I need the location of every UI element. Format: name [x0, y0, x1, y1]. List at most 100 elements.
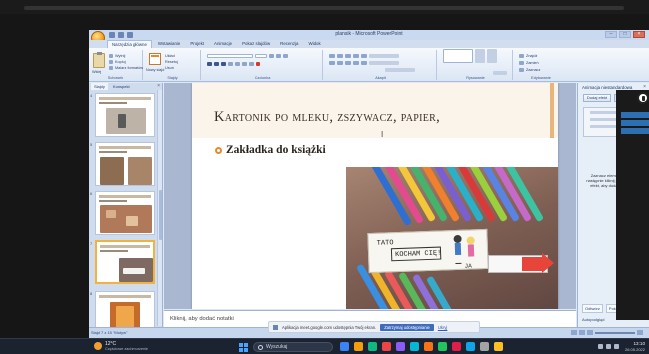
text-direction-button[interactable] — [369, 53, 399, 58]
taskbar-app-icon[interactable] — [382, 342, 391, 351]
arrange-button[interactable] — [475, 48, 485, 63]
shrink-font-icon[interactable] — [276, 53, 281, 58]
slide-thumbnail[interactable] — [95, 191, 155, 235]
tab-design[interactable]: Projekt — [186, 40, 208, 48]
taskbar-app-icon[interactable] — [340, 342, 349, 351]
slide[interactable]: Kartonik po mleku, zszywacz, papier, Zak… — [192, 83, 558, 309]
tab-slideshow[interactable]: Pokaz slajdów — [238, 40, 274, 48]
taskbar-app-icon[interactable] — [396, 342, 405, 351]
meet-participant-icon[interactable] — [637, 92, 649, 104]
slide-photo[interactable]: TATO KOCHAM CIĘ! JA — [346, 167, 558, 309]
taskbar-app-icon[interactable] — [438, 342, 447, 351]
tab-outline[interactable]: Konspekt — [110, 83, 133, 90]
align-center-icon[interactable] — [337, 60, 343, 65]
grow-font-icon[interactable] — [269, 53, 274, 58]
font-color-icon[interactable] — [256, 61, 260, 66]
cut-button[interactable]: Wytnij — [115, 54, 125, 58]
change-case-icon[interactable] — [249, 61, 254, 66]
paste-label[interactable]: Wklej — [92, 70, 101, 74]
taskbar-app-icon[interactable] — [424, 342, 433, 351]
slide-thumbnail[interactable] — [95, 93, 155, 137]
new-slide-icon[interactable] — [149, 53, 161, 65]
taskbar-app-icon[interactable] — [410, 342, 419, 351]
increase-indent-icon[interactable] — [353, 53, 359, 58]
meet-side-buttons[interactable] — [621, 112, 649, 142]
find-icon[interactable] — [519, 53, 524, 58]
select-button[interactable]: Zaznacz — [526, 68, 540, 72]
clear-format-icon[interactable] — [283, 53, 288, 58]
taskbar-app-icon[interactable] — [452, 342, 461, 351]
tab-slides[interactable]: Slajdy — [91, 83, 108, 90]
strikethrough-icon[interactable] — [228, 61, 233, 66]
bullets-icon[interactable] — [329, 53, 335, 58]
quick-styles-button[interactable] — [487, 48, 497, 63]
hide-banner-link[interactable]: Ukryj — [438, 325, 448, 330]
shadow-icon[interactable] — [235, 61, 240, 66]
wifi-icon[interactable] — [606, 344, 611, 349]
fit-to-window-icon[interactable] — [637, 330, 643, 335]
new-slide-label[interactable]: Nowy slajd — [146, 68, 164, 72]
convert-smartart-button[interactable] — [385, 67, 415, 72]
add-effect-button[interactable]: Dodaj efekt — [583, 94, 611, 102]
slide-bullet[interactable]: Zakładka do książki — [215, 144, 326, 156]
bold-icon[interactable] — [207, 61, 212, 66]
justify-icon[interactable] — [353, 60, 359, 65]
tab-view[interactable]: Widok — [304, 40, 324, 48]
zoom-slider[interactable] — [595, 331, 635, 334]
slide-title[interactable]: Kartonik po mleku, zszywacz, papier, — [214, 109, 440, 126]
shapes-gallery[interactable] — [443, 48, 473, 63]
font-size-select[interactable] — [255, 53, 267, 58]
taskbar-app-icon[interactable] — [466, 342, 475, 351]
delete-slide-button[interactable]: Usuń — [165, 66, 174, 70]
slides-scrollbar[interactable] — [157, 90, 162, 326]
find-button[interactable]: Znajdź — [526, 54, 537, 58]
tab-animations[interactable]: Animacje — [210, 40, 236, 48]
slideshow-view-icon[interactable] — [587, 330, 593, 335]
taskbar-app-icon[interactable] — [480, 342, 489, 351]
align-left-icon[interactable] — [329, 60, 335, 65]
line-spacing-icon[interactable] — [361, 53, 367, 58]
sorter-view-icon[interactable] — [579, 330, 585, 335]
start-button-icon[interactable] — [239, 343, 248, 352]
close-button[interactable]: × — [633, 31, 645, 38]
char-spacing-icon[interactable] — [242, 61, 247, 66]
slide-thumbnail[interactable] — [95, 142, 155, 186]
slide-thumbnail-selected[interactable] — [95, 240, 155, 284]
notes-placeholder[interactable]: Kliknij, aby dodać notatki — [170, 316, 234, 322]
normal-view-icon[interactable] — [571, 330, 577, 335]
replace-button[interactable]: Zamień — [526, 61, 539, 65]
close-pane-icon[interactable]: × — [157, 83, 160, 89]
italic-icon[interactable] — [214, 61, 219, 66]
numbering-icon[interactable] — [337, 53, 343, 58]
stop-sharing-button[interactable]: Zatrzymaj udostępnianie — [380, 323, 434, 331]
tab-review[interactable]: Recenzja — [276, 40, 302, 48]
underline-icon[interactable] — [221, 61, 226, 66]
replace-icon[interactable] — [519, 60, 524, 65]
maximize-button[interactable]: □ — [619, 31, 631, 38]
taskbar-app-icon[interactable] — [368, 342, 377, 351]
shape-fill-button[interactable] — [493, 70, 507, 75]
reset-button[interactable]: Resetuj — [165, 60, 178, 64]
font-name-select[interactable] — [207, 53, 253, 58]
columns-icon[interactable] — [361, 60, 367, 65]
tab-home[interactable]: Narzędzia główne — [107, 40, 152, 48]
format-painter-button[interactable]: Malarz formatów — [115, 66, 143, 70]
layout-button[interactable]: Układ — [165, 54, 175, 58]
taskbar-app-icon[interactable] — [494, 342, 503, 351]
taskbar-app-icon[interactable] — [354, 342, 363, 351]
tab-insert[interactable]: Wstawianie — [154, 40, 184, 48]
select-icon[interactable] — [519, 67, 524, 72]
chevron-up-icon[interactable] — [598, 344, 603, 349]
align-text-button[interactable] — [369, 60, 399, 65]
minimize-button[interactable]: – — [605, 31, 617, 38]
play-button[interactable]: Odtwórz — [582, 304, 603, 313]
weather-widget[interactable]: 12°C Częściowe zachmurzenie — [94, 341, 148, 351]
slide-thumbnail[interactable] — [95, 291, 155, 327]
clock[interactable]: 13:10 26.05.2022 — [625, 341, 645, 352]
align-right-icon[interactable] — [345, 60, 351, 65]
taskbar-search[interactable]: Wyszukaj — [253, 342, 333, 352]
copy-button[interactable]: Kopiuj — [115, 60, 126, 64]
paste-icon[interactable] — [93, 52, 105, 68]
speaker-icon[interactable] — [614, 344, 619, 349]
decrease-indent-icon[interactable] — [345, 53, 351, 58]
